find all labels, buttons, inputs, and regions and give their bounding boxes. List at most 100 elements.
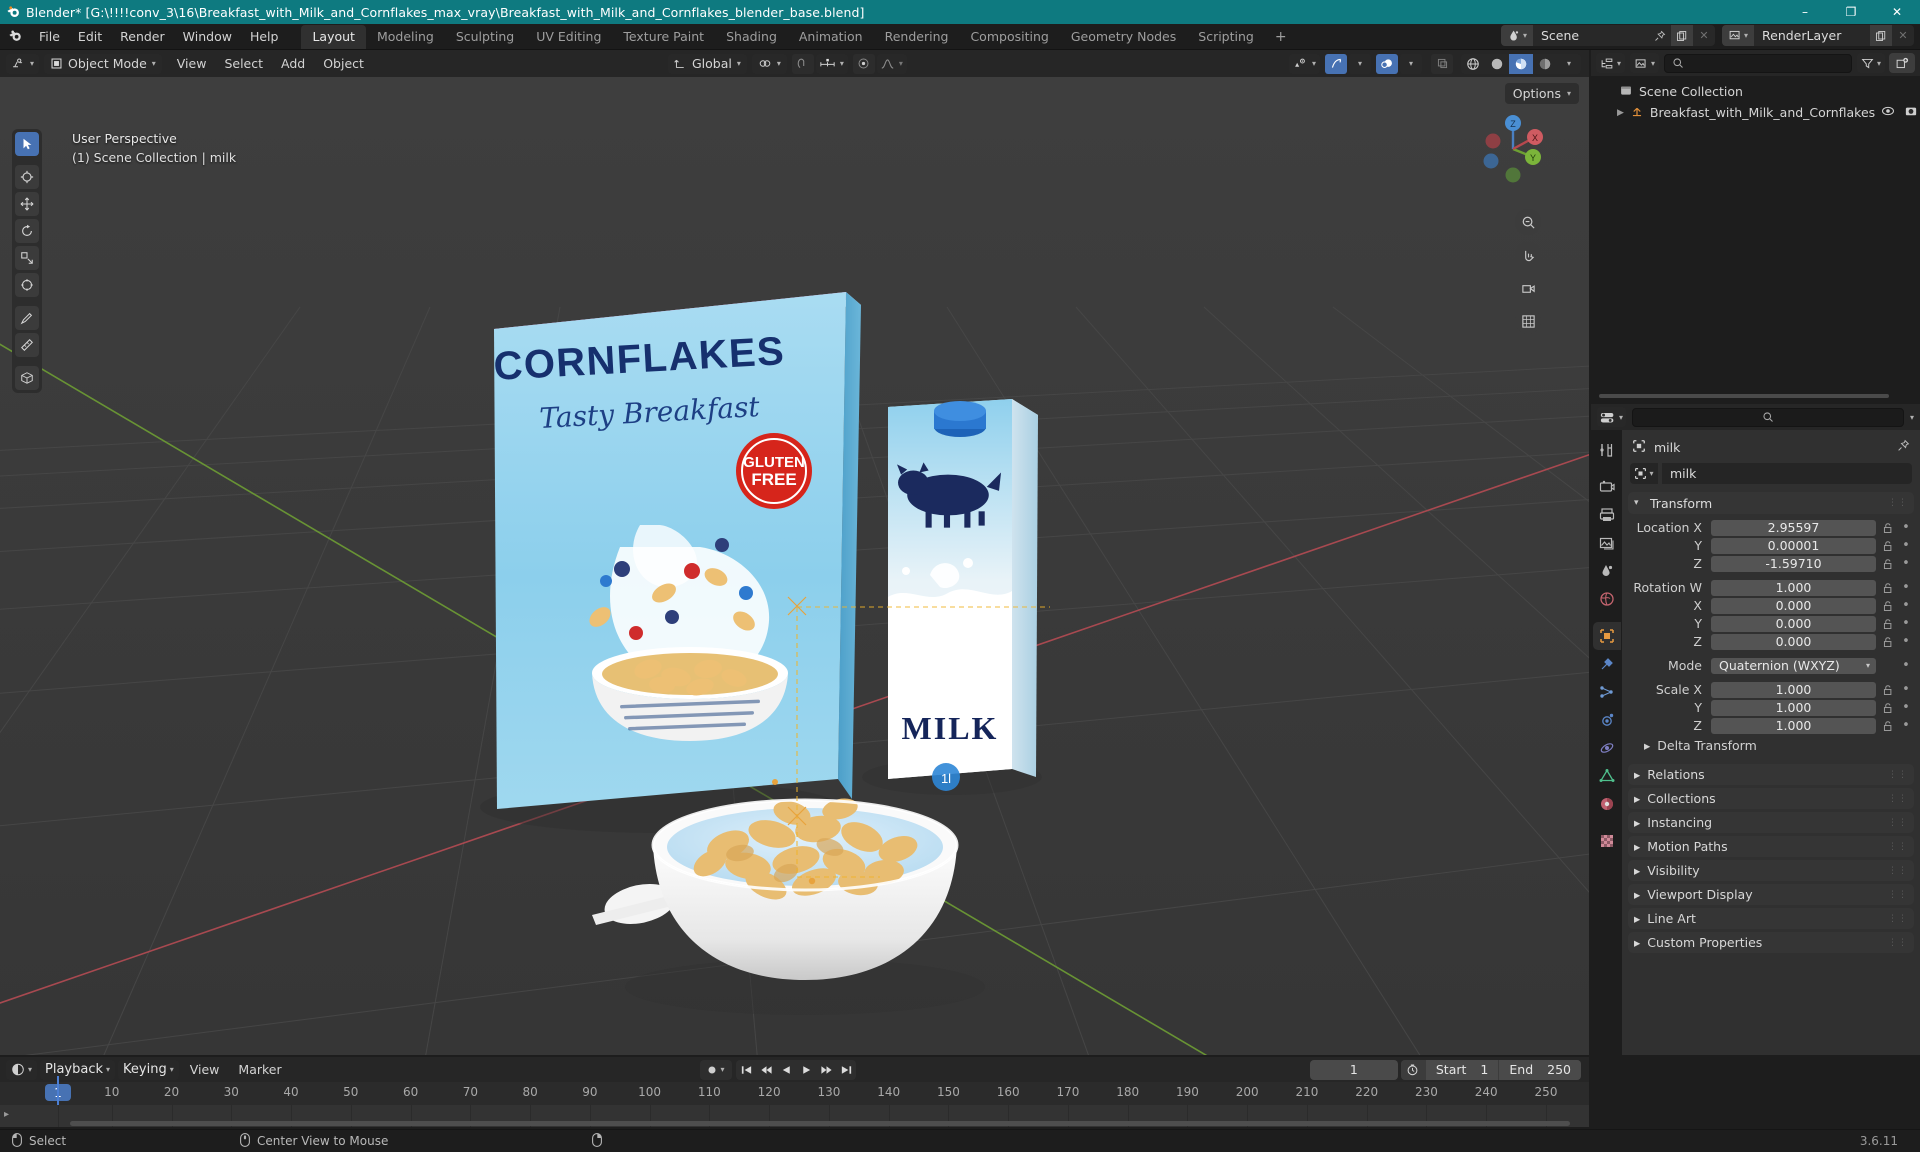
lock-rotation-w-icon[interactable] (1881, 582, 1895, 594)
timeline-menu-playback[interactable]: Playback ▾ (40, 1059, 116, 1080)
panel-motion-paths[interactable]: ▸ Motion Paths ⋮⋮ (1628, 836, 1914, 857)
lock-location-x-icon[interactable] (1881, 522, 1895, 534)
close-button[interactable]: ✕ (1874, 0, 1920, 24)
lock-rotation-x-icon[interactable] (1881, 600, 1895, 612)
field-rotation-y[interactable]: 0.000 (1711, 615, 1876, 632)
transform-tool[interactable] (15, 273, 39, 297)
panel-collections[interactable]: ▸ Collections ⋮⋮ (1628, 788, 1914, 809)
navigation-gizmo[interactable]: Z X Y (1473, 109, 1553, 189)
panel-viewport-display[interactable]: ▸ Viewport Display ⋮⋮ (1628, 884, 1914, 905)
add-workspace-button[interactable]: + (1265, 27, 1297, 47)
interaction-mode-selector[interactable]: Object Mode ▾ (44, 53, 162, 74)
delete-view-layer-icon[interactable]: ✕ (1892, 25, 1914, 46)
gizmo-toggle[interactable] (1325, 53, 1347, 74)
properties-tab-material[interactable] (1593, 790, 1621, 818)
field-rotation-z[interactable]: 0.000 (1711, 633, 1876, 650)
menu-file[interactable]: File (30, 26, 69, 48)
outliner-row-scene-collection[interactable]: Scene Collection (1591, 81, 1920, 102)
lock-location-y-icon[interactable] (1881, 540, 1895, 552)
annotate-tool[interactable] (15, 306, 39, 330)
object-datablock-icon[interactable]: ▾ (1630, 463, 1658, 484)
viewport-menu-view[interactable]: View (168, 54, 216, 73)
new-scene-icon[interactable] (1671, 25, 1693, 46)
workspace-tab-geometry-nodes[interactable]: Geometry Nodes (1060, 25, 1187, 49)
properties-tab-view-layer[interactable] (1593, 529, 1621, 557)
timeline-expand-icon[interactable]: ▸ (4, 1109, 9, 1120)
properties-tab-scene[interactable] (1593, 557, 1621, 585)
field-location-y[interactable]: 0.00001 (1711, 537, 1876, 554)
timeline-ruler[interactable]: 1102030405060708090100110120130140150160… (0, 1082, 1589, 1105)
workspace-tab-layout[interactable]: Layout (301, 24, 366, 49)
view-layer-selector[interactable]: ▾ RenderLayer ✕ (1722, 25, 1914, 46)
falloff-type-selector[interactable]: ▾ (876, 53, 907, 74)
properties-tab-modifiers[interactable] (1593, 650, 1621, 678)
frame-start-field[interactable]: Start 1 (1425, 1059, 1499, 1080)
overlays-toggle[interactable] (1376, 53, 1398, 74)
rotate-tool[interactable] (15, 219, 39, 243)
object-name-input[interactable]: milk (1662, 463, 1912, 484)
menu-edit[interactable]: Edit (69, 26, 111, 48)
lock-scale-y-icon[interactable] (1881, 702, 1895, 714)
lock-rotation-z-icon[interactable] (1881, 636, 1895, 648)
viewport-menu-object[interactable]: Object (314, 54, 373, 73)
shading-material-preview[interactable] (1509, 53, 1533, 74)
blender-logo-icon[interactable] (0, 29, 30, 44)
workspace-tab-scripting[interactable]: Scripting (1187, 25, 1265, 49)
workspace-tab-rendering[interactable]: Rendering (874, 25, 960, 49)
field-rotation-mode[interactable]: Quaternion (WXYZ) ▾ (1711, 657, 1876, 674)
zoom-view-icon[interactable] (1515, 209, 1541, 235)
pan-view-icon[interactable] (1515, 242, 1541, 268)
lock-scale-x-icon[interactable] (1881, 684, 1895, 696)
move-tool[interactable] (15, 192, 39, 216)
viewport-menu-select[interactable]: Select (215, 54, 272, 73)
workspace-tab-animation[interactable]: Animation (788, 25, 874, 49)
lock-location-z-icon[interactable] (1881, 558, 1895, 570)
menu-render[interactable]: Render (111, 26, 174, 48)
animate-rotation-x-icon[interactable]: • (1900, 598, 1912, 613)
outliner-editor-type-selector[interactable]: ▾ (1596, 53, 1626, 73)
field-scale-y[interactable]: 1.000 (1711, 699, 1876, 716)
visibility-selector[interactable]: ▾ (1288, 53, 1320, 74)
properties-tab-data[interactable] (1593, 762, 1621, 790)
new-collection-icon[interactable] (1889, 53, 1915, 73)
snap-target-selector[interactable]: ▾ (815, 53, 848, 74)
maximize-button[interactable]: ❐ (1828, 0, 1874, 24)
auto-keying-toggle[interactable]: ▾ (700, 1059, 732, 1080)
panel-line-art[interactable]: ▸ Line Art ⋮⋮ (1628, 908, 1914, 929)
field-location-x[interactable]: 2.95597 (1711, 519, 1876, 536)
animate-location-y-icon[interactable]: • (1900, 538, 1912, 553)
properties-tab-physics[interactable] (1593, 706, 1621, 734)
animate-scale-y-icon[interactable]: • (1900, 700, 1912, 715)
outliner-display-mode-selector[interactable]: ▾ (1630, 53, 1660, 73)
workspace-tab-compositing[interactable]: Compositing (959, 25, 1059, 49)
animate-rotation-z-icon[interactable]: • (1900, 634, 1912, 649)
pin-scene-icon[interactable] (1649, 25, 1671, 46)
toggle-camera-view-icon[interactable] (1515, 275, 1541, 301)
tweak-select-tool[interactable] (15, 132, 39, 156)
animate-scale-z-icon[interactable]: • (1900, 718, 1912, 733)
add-cube-tool[interactable] (15, 366, 39, 390)
properties-tab-render[interactable] (1593, 473, 1621, 501)
proportional-edit-toggle[interactable] (852, 53, 875, 74)
timeline-menu-marker[interactable]: Marker (230, 1060, 289, 1079)
outliner-filter-icon[interactable]: ▾ (1856, 53, 1885, 73)
current-frame-field[interactable]: 1 (1309, 1059, 1398, 1080)
animate-location-z-icon[interactable]: • (1900, 556, 1912, 571)
outliner-editor[interactable]: ▾ ▾ ▾ Scene Collection ▶ Breakfast_with_… (1591, 50, 1920, 402)
lock-rotation-y-icon[interactable] (1881, 618, 1895, 630)
workspace-tab-modeling[interactable]: Modeling (366, 25, 445, 49)
properties-tab-texture[interactable] (1593, 827, 1621, 855)
shading-wireframe[interactable] (1461, 54, 1485, 74)
properties-editor[interactable]: ▾ ▾ milk ▾ milk ▾ Transform ⋮⋮ Location … (1591, 404, 1920, 1055)
viewport-menu-add[interactable]: Add (272, 54, 314, 73)
jump-to-start-button[interactable] (736, 1060, 756, 1080)
panel-relations[interactable]: ▸ Relations ⋮⋮ (1628, 764, 1914, 785)
scene-selector[interactable]: ▾ Scene ✕ (1501, 25, 1715, 46)
play-reverse-button[interactable] (776, 1060, 796, 1080)
panel-instancing[interactable]: ▸ Instancing ⋮⋮ (1628, 812, 1914, 833)
field-rotation-w[interactable]: 1.000 (1711, 579, 1876, 596)
cursor-tool[interactable] (15, 165, 39, 189)
timeline-menu-keying[interactable]: Keying ▾ (118, 1059, 179, 1080)
properties-search-input[interactable] (1632, 407, 1904, 427)
transform-panel-header[interactable]: ▾ Transform ⋮⋮ (1628, 492, 1914, 514)
